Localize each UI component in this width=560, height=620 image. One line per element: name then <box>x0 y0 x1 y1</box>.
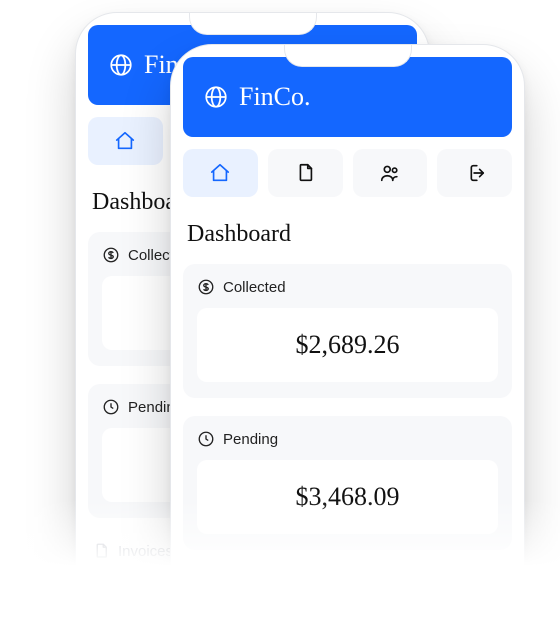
dollar-icon <box>102 246 120 264</box>
tab-logout[interactable] <box>437 149 512 197</box>
collected-label: Collected <box>223 279 286 296</box>
home-icon <box>114 130 136 152</box>
phone-notch <box>284 45 412 67</box>
brand-name: FinCo. <box>239 82 311 112</box>
clock-icon <box>102 398 120 416</box>
document-icon <box>294 162 316 184</box>
home-icon <box>209 162 231 184</box>
invoice-icon <box>92 542 110 560</box>
tab-users[interactable] <box>353 149 428 197</box>
tab-home[interactable] <box>183 149 258 197</box>
card-pending: Pending $3,468.09 <box>183 416 512 550</box>
tab-documents[interactable] <box>268 149 343 197</box>
invoices-label: Invoices <box>118 543 173 560</box>
tab-home[interactable] <box>88 117 163 165</box>
invoices-heading: Invoices <box>183 568 512 592</box>
page-title: Dashboard <box>187 221 508 248</box>
logout-icon <box>464 162 486 184</box>
users-icon <box>378 162 402 184</box>
invoices-label: Invoices <box>213 575 268 592</box>
app-header: FinCo. <box>183 57 512 137</box>
card-collected: Collected $2,689.26 <box>183 264 512 398</box>
pending-label: Pending <box>223 431 278 448</box>
clock-icon <box>197 430 215 448</box>
collected-value: $2,689.26 <box>197 308 498 382</box>
phone-mock-front: FinCo. <box>170 44 525 620</box>
pending-value: $3,468.09 <box>197 460 498 534</box>
phone-notch <box>189 13 317 35</box>
globe-icon <box>203 84 229 110</box>
globe-icon <box>108 52 134 78</box>
bottom-tabs <box>183 149 512 197</box>
dollar-icon <box>197 278 215 296</box>
invoice-icon <box>187 574 205 592</box>
